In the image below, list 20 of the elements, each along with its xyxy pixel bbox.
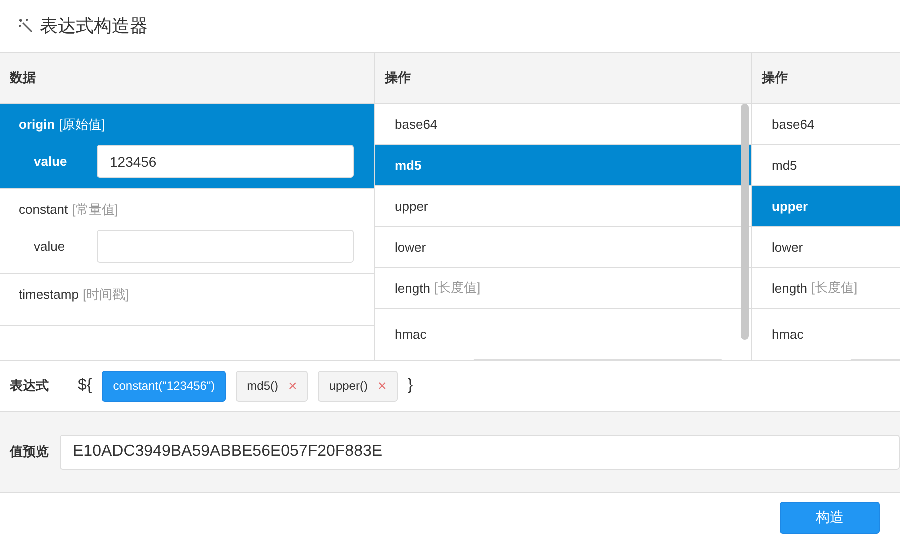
value-field[interactable]: [97, 230, 354, 263]
operation-item[interactable]: md5: [375, 145, 751, 186]
expression-token[interactable]: md5() ×: [236, 370, 308, 402]
operation-item[interactable]: upper: [752, 186, 900, 227]
expression-token[interactable]: upper() ×: [318, 370, 398, 402]
open-brace: ${: [78, 377, 92, 395]
data-item[interactable]: origin [原始值] value 123456: [0, 104, 374, 189]
magic-wand-icon: [18, 18, 34, 34]
field-label: value: [33, 154, 68, 169]
preview-label: 值预览: [10, 443, 50, 461]
column-header: 操作: [752, 53, 900, 104]
preview-field[interactable]: E10ADC3949BA59ABBE56E057F20F883E: [60, 434, 900, 470]
field-label: value: [33, 239, 66, 254]
expression-label: 表达式: [10, 377, 50, 395]
dialog-title: 表达式构造器: [40, 15, 148, 38]
scrollbar[interactable]: [741, 104, 749, 340]
value-field[interactable]: 123456: [97, 145, 354, 178]
column-header: 数据: [0, 53, 374, 104]
close-brace: }: [408, 377, 414, 395]
column-header: 操作: [375, 53, 751, 104]
